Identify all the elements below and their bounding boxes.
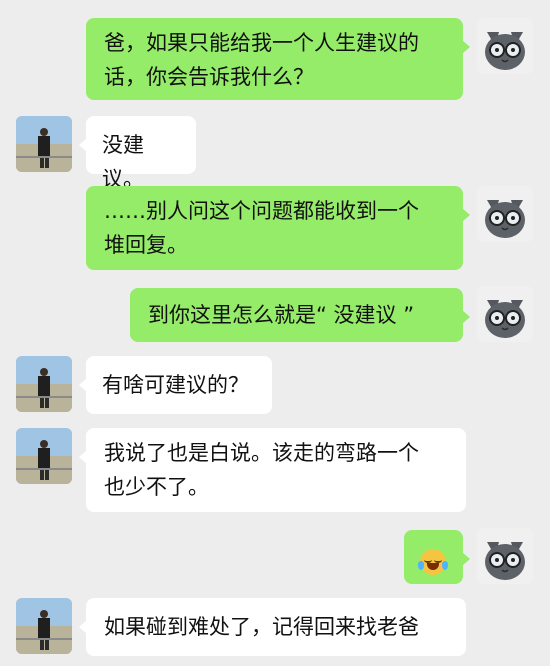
dad-avatar[interactable]: [16, 356, 72, 412]
cat-avatar[interactable]: [477, 18, 533, 74]
message-text-line: 我说了也是白说。该走的弯路一个: [104, 441, 419, 465]
emoji-tear-right: [442, 561, 448, 570]
message-text-line: ……别人问这个问题都能收到一个: [104, 199, 419, 223]
dad-avatar[interactable]: [16, 428, 72, 484]
message-bubble[interactable]: ……别人问这个问题都能收到一个 堆回复。: [86, 186, 470, 270]
father-outdoor-photo-icon: [16, 428, 72, 484]
message-text-line: 话，你会告诉我什么？: [104, 65, 314, 89]
message-text: 如果碰到难处了，记得回来找老爸: [104, 615, 419, 639]
dad-avatar[interactable]: [16, 116, 72, 172]
message-bubble[interactable]: 我说了也是白说。该走的弯路一个 也少不了。: [79, 428, 466, 512]
message-bubble[interactable]: 没建议。: [79, 116, 196, 191]
cat-avatar[interactable]: [477, 186, 533, 242]
father-outdoor-photo-icon: [16, 598, 72, 654]
father-outdoor-photo-icon: [16, 356, 72, 412]
message-bubble[interactable]: [404, 530, 470, 584]
emoji-tear-left: [418, 561, 424, 570]
cat-with-glasses-icon: [477, 18, 533, 74]
cat-avatar[interactable]: [477, 528, 533, 584]
cat-with-glasses-icon: [477, 286, 533, 342]
message-text-line: 爸，如果只能给我一个人生建议的: [104, 31, 419, 55]
message-bubble[interactable]: 到你这里怎么就是“ 没建议 ”: [130, 288, 470, 342]
cat-avatar[interactable]: [477, 286, 533, 342]
cat-with-glasses-icon: [477, 528, 533, 584]
message-text: 有啥可建议的？: [102, 373, 249, 397]
father-outdoor-photo-icon: [16, 116, 72, 172]
message-bubble[interactable]: 如果碰到难处了，记得回来找老爸: [79, 598, 466, 656]
laughing-crying-emoji-icon: [418, 549, 448, 575]
message-text-line: 也少不了。: [104, 475, 209, 499]
message-bubble[interactable]: 爸，如果只能给我一个人生建议的 话，你会告诉我什么？: [86, 18, 470, 100]
emoji-mouth: [427, 563, 439, 570]
dad-avatar[interactable]: [16, 598, 72, 654]
message-text: 到你这里怎么就是“ 没建议 ”: [148, 303, 415, 327]
message-bubble[interactable]: 有啥可建议的？: [79, 356, 272, 414]
cat-with-glasses-icon: [477, 186, 533, 242]
message-text-line: 堆回复。: [104, 233, 188, 257]
